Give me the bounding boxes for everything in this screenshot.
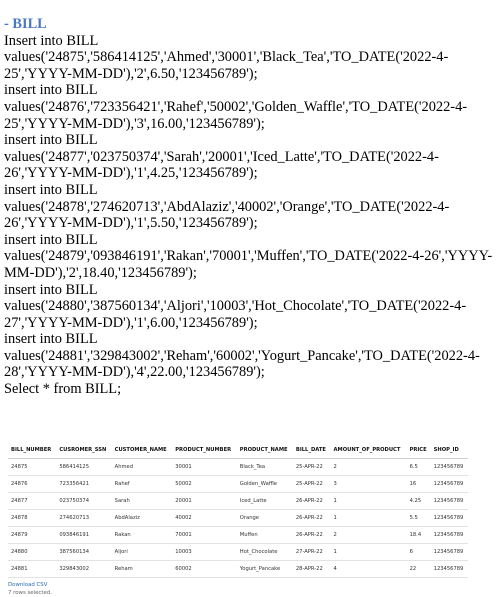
table-cell: 2 — [330, 459, 407, 476]
table-row: 24877 023750374 Sarah 20001 Iced_Latte 26-APR… — [8, 493, 468, 510]
table-row: 24876 723356421 Rahef 50002 Golden_Waffle 25-… — [8, 476, 468, 493]
table-cell: 26-APR-22 — [292, 527, 331, 544]
table-cell: 1 — [330, 493, 407, 510]
table-body: 24875 586414125 Ahmed 30001 Black_Tea 25-APR-… — [8, 459, 468, 578]
table-cell: 4.25 — [406, 493, 431, 510]
table-cell: 123456789 — [430, 459, 468, 476]
table-cell: 329843002 — [56, 561, 112, 578]
table-cell: 20001 — [172, 493, 237, 510]
table-cell: 24876 — [8, 476, 57, 493]
table-cell: 26-APR-22 — [292, 510, 331, 527]
table-cell: Golden_Waffle — [236, 476, 293, 493]
table-cell: 123456789 — [430, 493, 468, 510]
table-cell: 387560134 — [56, 544, 112, 561]
column-header[interactable]: BILL_NUMBER — [8, 442, 57, 459]
table-cell: 274620713 — [56, 510, 112, 527]
table-cell: 123456789 — [430, 544, 468, 561]
table-row: 24879 093846191 Rakan 70001 Muffen 26-APR-22 2… — [8, 527, 468, 544]
column-header[interactable]: PRICE — [406, 442, 431, 459]
table-cell: Hot_Chocolate — [236, 544, 293, 561]
sql-script: - BILL Insert into BILL values('24875','… — [4, 16, 500, 398]
table-row: 24878 274620713 AbdAlaziz 40002 Orange 26-APR… — [8, 510, 468, 527]
query-results: BILL_NUMBER CUSROMER_SSN CUSTOMER_NAME PROD… — [8, 442, 494, 597]
table-cell: 22 — [406, 561, 431, 578]
sql-statement: insert into BILL values('24877','0237503… — [4, 132, 439, 182]
sql-statement: insert into BILL values('24880','3875601… — [4, 281, 467, 331]
table-cell: 60002 — [172, 561, 237, 578]
table-cell: AbdAlaziz — [111, 510, 173, 527]
table-header-row: BILL_NUMBER CUSROMER_SSN CUSTOMER_NAME PROD… — [8, 442, 468, 459]
table-cell: 28-APR-22 — [292, 561, 331, 578]
script-heading: - BILL — [4, 16, 47, 32]
table-cell: 4 — [330, 561, 407, 578]
script-lines: Insert into BILL values('24875','5864141… — [4, 33, 500, 398]
results-table: BILL_NUMBER CUSROMER_SSN CUSTOMER_NAME PROD… — [8, 442, 468, 578]
table-cell: 24879 — [8, 527, 57, 544]
table-cell: 24877 — [8, 493, 57, 510]
table-cell: 25-APR-22 — [292, 476, 331, 493]
column-header[interactable]: PRODUCT_NUMBER — [172, 442, 237, 459]
table-cell: 50002 — [172, 476, 237, 493]
table-cell: Ahmed — [111, 459, 173, 476]
column-header[interactable]: CUSTOMER_NAME — [111, 442, 173, 459]
sql-statement: insert into BILL values('24881','3298430… — [4, 331, 480, 381]
results-footer: Download CSV 7 rows selected. — [8, 581, 494, 597]
table-cell: Iced_Latte — [236, 493, 293, 510]
column-header[interactable]: CUSROMER_SSN — [56, 442, 112, 459]
table-cell: 123456789 — [430, 510, 468, 527]
table-cell: 023750374 — [56, 493, 112, 510]
table-cell: 093846191 — [56, 527, 112, 544]
table-cell: 24880 — [8, 544, 57, 561]
rows-selected-text: 7 rows selected. — [8, 590, 52, 596]
table-cell: 40002 — [172, 510, 237, 527]
table-cell: 5.5 — [406, 510, 431, 527]
table-cell: 6 — [406, 544, 431, 561]
table-cell: 723356421 — [56, 476, 112, 493]
table-cell: 3 — [330, 476, 407, 493]
table-cell: Reham — [111, 561, 173, 578]
table-row: 24880 387560134 Aljori 10003 Hot_Chocolate 27… — [8, 544, 468, 561]
table-cell: 24878 — [8, 510, 57, 527]
column-header[interactable]: SHOP_ID — [430, 442, 468, 459]
table-cell: Rakan — [111, 527, 173, 544]
sql-statement: insert into BILL values('24876','7233564… — [4, 82, 468, 132]
download-csv-link[interactable]: Download CSV — [8, 581, 494, 589]
table-cell: 24875 — [8, 459, 57, 476]
table-row: 24875 586414125 Ahmed 30001 Black_Tea 25-APR-… — [8, 459, 468, 476]
table-cell: Muffen — [236, 527, 293, 544]
table-cell: 24881 — [8, 561, 57, 578]
table-cell: Aljori — [111, 544, 173, 561]
table-cell: 123456789 — [430, 476, 468, 493]
table-cell: 123456789 — [430, 561, 468, 578]
table-cell: 586414125 — [56, 459, 112, 476]
table-cell: 16 — [406, 476, 431, 493]
table-cell: 6.5 — [406, 459, 431, 476]
sql-statement: Select * from BILL; — [4, 381, 122, 398]
table-cell: Yogurt_Pancake — [236, 561, 293, 578]
table-cell: 27-APR-22 — [292, 544, 331, 561]
table-cell: 10003 — [172, 544, 237, 561]
sql-statement: insert into BILL values('24879','0938461… — [4, 231, 493, 281]
table-cell: 26-APR-22 — [292, 493, 331, 510]
table-cell: Black_Tea — [236, 459, 293, 476]
table-cell: 1 — [330, 510, 407, 527]
table-cell: Orange — [236, 510, 293, 527]
sql-statement: insert into BILL values('24878','2746207… — [4, 181, 450, 232]
table-cell: 30001 — [172, 459, 237, 476]
table-cell: 2 — [330, 527, 407, 544]
column-header[interactable]: PRODUCT_NAME — [236, 442, 293, 459]
table-cell: 25-APR-22 — [292, 459, 331, 476]
table-cell: 18.4 — [406, 527, 431, 544]
table-cell: 1 — [330, 544, 407, 561]
table-cell: 70001 — [172, 527, 237, 544]
table-cell: 123456789 — [430, 527, 468, 544]
column-header[interactable]: BILL_DATE — [292, 442, 331, 459]
table-cell: Rahef — [111, 476, 173, 493]
table-cell: Sarah — [111, 493, 173, 510]
column-header[interactable]: AMOUNT_OF_PRODUCT — [330, 442, 407, 459]
sql-statement: Insert into BILL values('24875','5864141… — [4, 32, 449, 82]
table-row: 24881 329843002 Reham 60002 Yogurt_Pancake 28… — [8, 561, 468, 578]
